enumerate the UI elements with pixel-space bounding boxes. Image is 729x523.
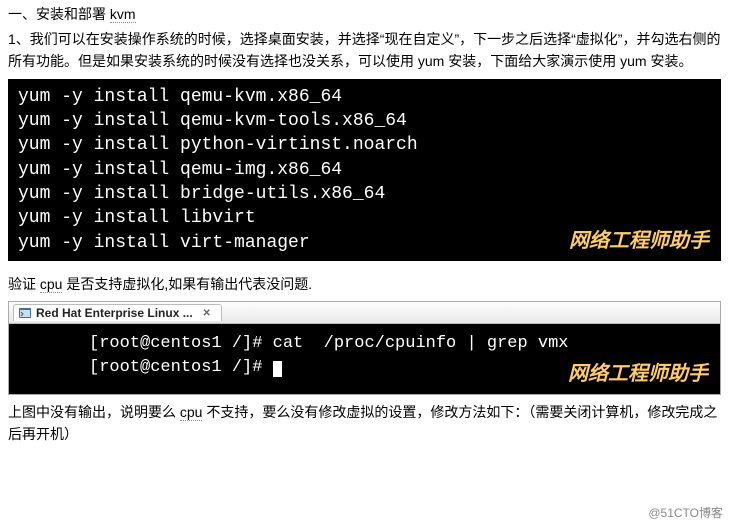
terminal-block-2: [root@centos1 /]# cat /proc/cpuinfo | gr… [9,324,720,394]
terminal-line: yum -y install python-virtinst.noarch [18,133,711,157]
section-heading: 一、安装和部署 kvm [8,4,721,24]
footer-text: 上图中没有输出，说明要么 cpu 不支持，要么没有修改虚拟的设置，修改方法如下：… [8,401,721,446]
terminal-block-1: yum -y install qemu-kvm.x86_64 yum -y in… [8,79,721,261]
terminal-line: yum -y install qemu-img.x86_64 [18,158,711,182]
terminal-line: [root@centos1 /]# cat /proc/cpuinfo | gr… [19,332,710,356]
tab-bar: Red Hat Enterprise Linux ... ✕ [9,302,720,324]
cursor [273,361,282,377]
paragraph-number: 1、 [8,31,30,47]
terminal-window: Red Hat Enterprise Linux ... ✕ [root@cen… [8,301,721,395]
heading-text: 安装和部署 [36,6,110,22]
tab-label: Red Hat Enterprise Linux ... [36,306,193,320]
blog-watermark: @51CTO博客 [648,504,723,521]
watermark-text: 网络工程师助手 [569,228,709,255]
verify-after: 是否支持虚拟化,如果有输出代表没问题. [62,276,312,292]
footer-cpu: cpu [180,404,203,421]
verify-text: 验证 cpu 是否支持虚拟化,如果有输出代表没问题. [8,273,721,295]
close-icon[interactable]: ✕ [201,307,213,319]
verify-cpu: cpu [40,276,63,293]
heading-prefix: 一、 [8,6,36,22]
terminal-line: yum -y install bridge-utils.x86_64 [18,182,711,206]
terminal-icon [18,306,32,320]
heading-kvm: kvm [110,6,136,23]
footer-before: 上图中没有输出，说明要么 [8,404,180,420]
tab-redhat[interactable]: Red Hat Enterprise Linux ... ✕ [13,304,222,321]
watermark-text: 网络工程师助手 [568,360,708,388]
terminal-line: yum -y install qemu-kvm-tools.x86_64 [18,109,711,133]
paragraph-1: 1、我们可以在安装操作系统的时候，选择桌面安装，并选择“现在自定义”，下一步之后… [8,28,721,73]
verify-before: 验证 [8,276,40,292]
terminal-line: yum -y install qemu-kvm.x86_64 [18,85,711,109]
paragraph-text: 我们可以在安装操作系统的时候，选择桌面安装，并选择“现在自定义”，下一步之后选择… [8,31,720,69]
